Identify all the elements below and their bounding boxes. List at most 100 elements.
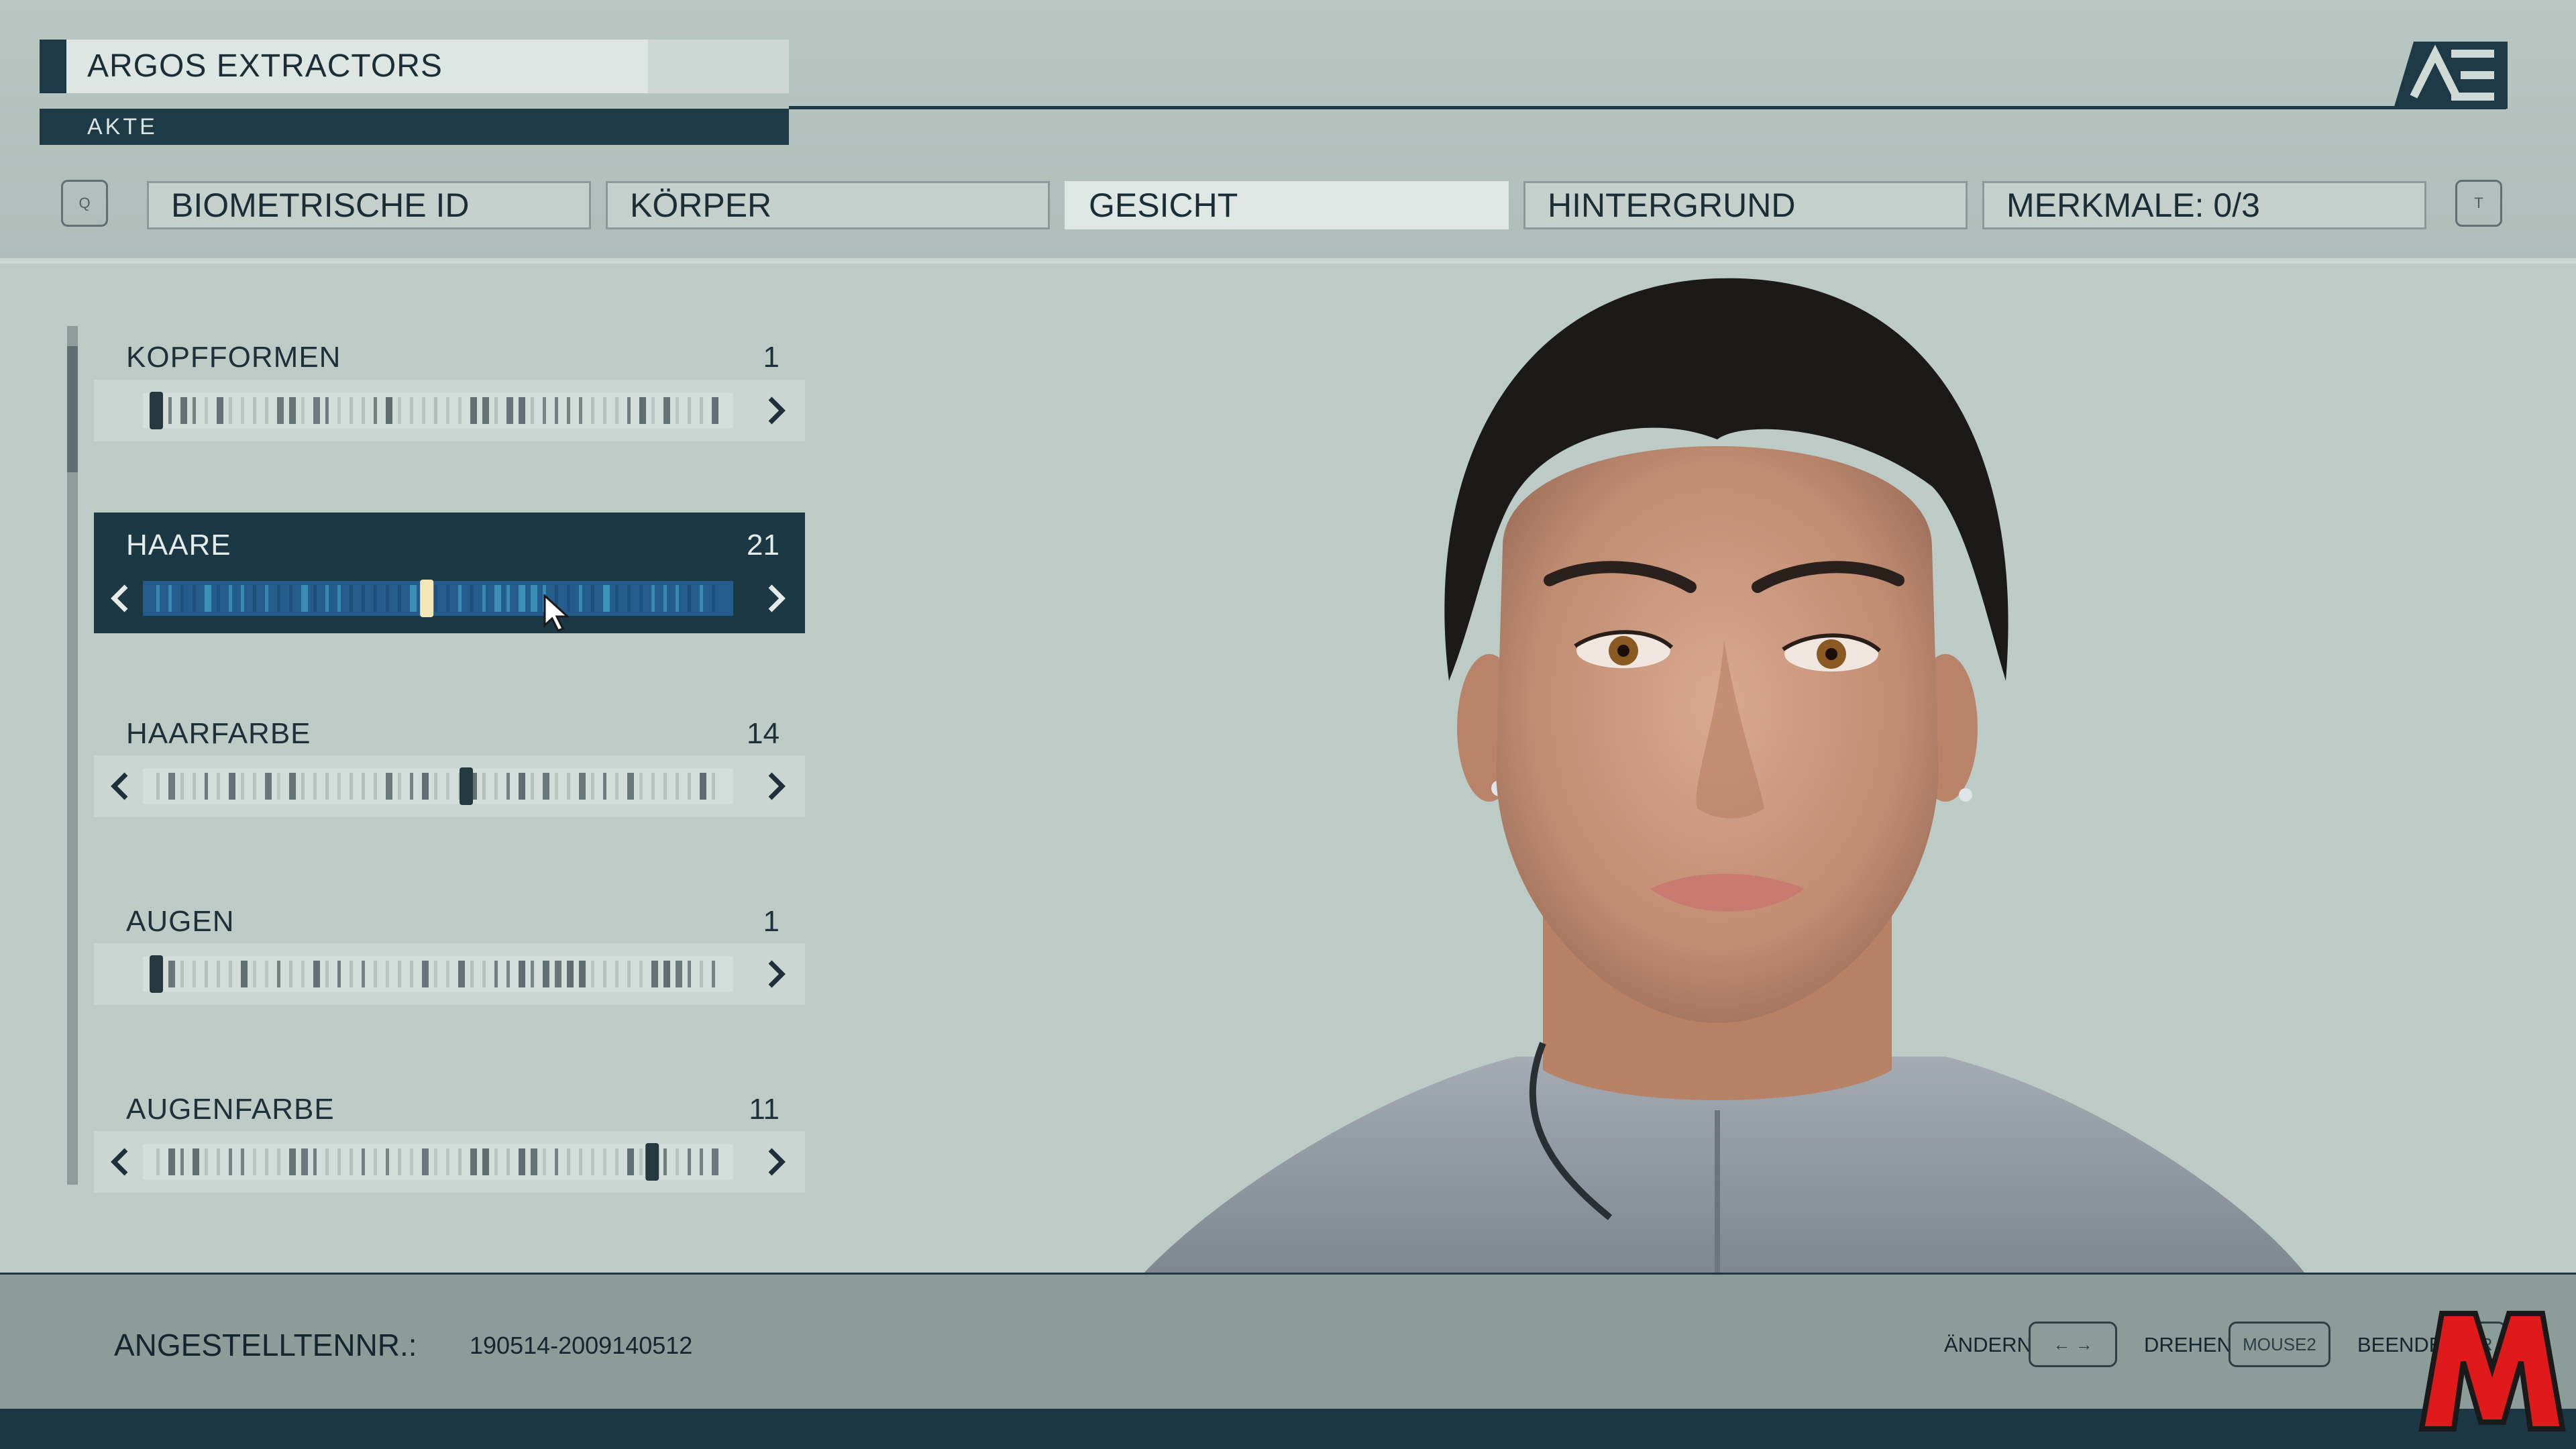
hint-key-arrows[interactable]: ← → <box>2029 1322 2117 1367</box>
slider-tick <box>531 397 534 424</box>
slider-tick <box>350 961 353 987</box>
slider-tick <box>265 585 268 612</box>
slider-tick <box>350 397 353 424</box>
slider-tick <box>712 1148 718 1175</box>
slider-tick <box>579 397 582 424</box>
slider-tick <box>627 773 634 800</box>
slider-tick <box>386 1148 389 1175</box>
slider-handle <box>150 955 163 993</box>
slider-tick <box>591 1148 594 1175</box>
slider-track-eyes[interactable] <box>143 954 733 994</box>
prev-tab-key-hint[interactable]: Q <box>61 180 108 227</box>
slider-tick <box>700 585 703 612</box>
constellation-logo-icon <box>2394 42 2508 109</box>
slider-tick <box>253 585 256 612</box>
slider-tick <box>217 1148 220 1175</box>
slider-tick <box>289 773 296 800</box>
slider-tick <box>350 773 353 800</box>
slider-tick <box>663 1148 667 1175</box>
slider-tick <box>180 1148 184 1175</box>
slider-tick <box>651 585 655 612</box>
slider-tick <box>301 961 305 987</box>
slider-tick <box>663 773 667 800</box>
slider-tick <box>325 585 329 612</box>
slider-tick <box>567 961 574 987</box>
slider-tick <box>265 961 268 987</box>
slider-tick <box>422 1148 429 1175</box>
slider-tick <box>712 585 715 612</box>
slider-tick <box>301 773 305 800</box>
slider-tick <box>639 1148 643 1175</box>
slider-tick <box>229 585 232 612</box>
chevron-right-icon[interactable] <box>757 755 797 817</box>
m-watermark-logo-icon <box>2418 1311 2566 1432</box>
chevron-left-icon[interactable] <box>99 1131 140 1193</box>
slider-tick <box>531 585 537 612</box>
slider-tick <box>265 1148 268 1175</box>
slider-tick <box>193 1148 199 1175</box>
slider-track-eye-color[interactable] <box>143 1142 733 1182</box>
slider-tick <box>180 585 184 612</box>
slider-tick <box>482 961 486 987</box>
company-box-extension <box>648 40 789 93</box>
slider-tick <box>289 397 296 424</box>
slider-tick <box>313 961 320 987</box>
slider-tick <box>277 397 284 424</box>
slider-tick <box>663 961 670 987</box>
slider-tick <box>470 585 474 612</box>
slider-tick <box>579 585 582 612</box>
slider-tick <box>253 961 256 987</box>
character-portrait[interactable] <box>1140 265 2308 1277</box>
slider-tick <box>639 961 643 987</box>
hint-key-mouse2[interactable]: MOUSE2 <box>2229 1322 2330 1367</box>
slider-label-hair-color: HAARFARBE <box>126 717 311 750</box>
slider-tick <box>374 961 377 987</box>
header-rule <box>789 106 2506 109</box>
slider-tick <box>398 585 401 612</box>
slider-tick <box>506 397 513 424</box>
slider-tick <box>398 961 401 987</box>
scrollbar-thumb[interactable] <box>67 346 78 472</box>
tab-face[interactable]: GESICHT <box>1065 181 1509 229</box>
slider-tick <box>639 585 643 612</box>
slider-track-hair[interactable] <box>143 578 733 619</box>
slider-tick <box>555 961 561 987</box>
slider-tick <box>180 773 184 800</box>
slider-tick <box>700 397 703 424</box>
slider-tick <box>519 585 525 612</box>
slider-tick <box>482 585 486 612</box>
tab-background[interactable]: HINTERGRUND <box>1523 181 1968 229</box>
slider-tick <box>180 397 187 424</box>
slider-tick <box>277 961 280 987</box>
slider-tick <box>168 961 175 987</box>
slider-tick <box>506 773 510 800</box>
chevron-right-icon[interactable] <box>757 568 797 629</box>
slider-tick <box>555 397 558 424</box>
slider-tick <box>229 1148 232 1175</box>
chevron-right-icon[interactable] <box>757 943 797 1005</box>
slider-tick <box>506 585 510 612</box>
tab-traits[interactable]: MERKMALE: 0/3 <box>1982 181 2426 229</box>
slider-tick <box>205 961 208 987</box>
chevron-right-icon[interactable] <box>757 1131 797 1193</box>
slider-tick <box>205 1148 208 1175</box>
slider-tick <box>289 585 292 612</box>
next-tab-key-hint[interactable]: T <box>2455 180 2502 227</box>
slider-handle <box>645 1143 659 1181</box>
slider-tick <box>253 1148 256 1175</box>
slider-tick <box>688 773 691 800</box>
slider-track-hair-color[interactable] <box>143 766 733 806</box>
slider-track-head-shape[interactable] <box>143 390 733 431</box>
tab-biometric-id[interactable]: BIOMETRISCHE ID <box>147 181 591 229</box>
tab-body[interactable]: KÖRPER <box>606 181 1050 229</box>
slider-tick <box>676 773 679 800</box>
slider-tick <box>325 397 329 424</box>
chevron-left-icon[interactable] <box>99 755 140 817</box>
slider-value-eye-color: 11 <box>749 1093 780 1126</box>
slider-tick <box>362 585 365 612</box>
chevron-right-icon[interactable] <box>757 380 797 441</box>
slider-tick <box>337 585 341 612</box>
slider-tick <box>555 773 558 800</box>
chevron-left-icon[interactable] <box>99 568 140 629</box>
slider-tick <box>591 773 594 800</box>
